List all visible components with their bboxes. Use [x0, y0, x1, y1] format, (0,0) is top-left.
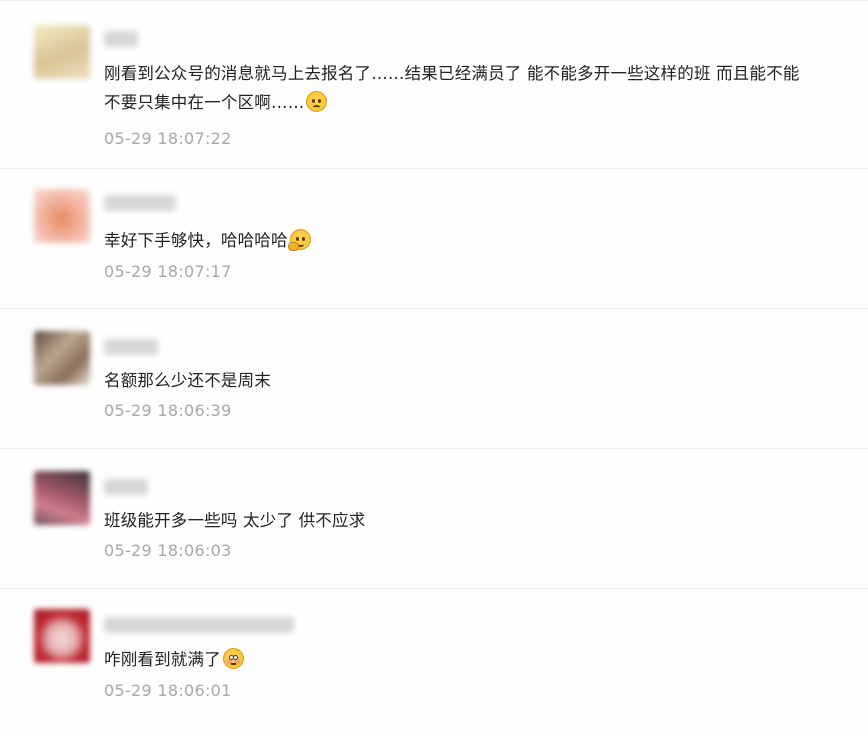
flushed-face-icon	[222, 648, 244, 669]
comment-list: 刚看到公众号的消息就马上去报名了……结果已经满员了 能不能多开一些这样的班 而且…	[0, 0, 868, 729]
comment-text: 班级能开多一些吗 太少了 供不应求	[104, 506, 816, 535]
avatar[interactable]	[34, 25, 90, 79]
comment-text: 咋刚看到就满了	[104, 645, 816, 674]
comment-timestamp: 05-29 18:06:39	[104, 401, 232, 420]
comment-item: 班级能开多一些吗 太少了 供不应求 05-29 18:06:03	[0, 449, 868, 589]
comment-text-content: 咋刚看到就满了	[104, 650, 221, 669]
comment-item: 刚看到公众号的消息就马上去报名了……结果已经满员了 能不能多开一些这样的班 而且…	[0, 1, 868, 169]
comment-timestamp: 05-29 18:06:03	[104, 541, 232, 560]
comment-item: 幸好下手够快，哈哈哈哈 05-29 18:07:17	[0, 169, 868, 309]
comment-item: 咋刚看到就满了 05-29 18:06:01	[0, 589, 868, 722]
comment-text: 幸好下手够快，哈哈哈哈	[104, 226, 816, 255]
comment-text-content: 名额那么少还不是周末	[104, 371, 271, 390]
avatar[interactable]	[34, 189, 90, 243]
avatar[interactable]	[34, 609, 90, 663]
avatar[interactable]	[34, 471, 90, 525]
comment-timestamp: 05-29 18:06:01	[104, 681, 232, 700]
commenter-name[interactable]	[104, 31, 138, 47]
comment-text-content: 幸好下手够快，哈哈哈哈	[104, 231, 288, 250]
commenter-name[interactable]	[104, 339, 158, 355]
thinking-face-icon	[287, 229, 311, 251]
comment-timestamp: 05-29 18:07:17	[104, 262, 232, 281]
comment-text-content: 刚看到公众号的消息就马上去报名了……结果已经满员了 能不能多开一些这样的班 而且…	[104, 64, 800, 112]
comment-text: 名额那么少还不是周末	[104, 366, 816, 395]
commenter-name[interactable]	[104, 617, 294, 633]
comment-text-content: 班级能开多一些吗 太少了 供不应求	[104, 511, 366, 530]
comment-item: 名额那么少还不是周末 05-29 18:06:39	[0, 309, 868, 449]
commenter-name[interactable]	[104, 479, 148, 495]
avatar[interactable]	[34, 331, 90, 385]
comment-text: 刚看到公众号的消息就马上去报名了……结果已经满员了 能不能多开一些这样的班 而且…	[104, 59, 816, 117]
commenter-name[interactable]	[104, 195, 176, 211]
sad-face-icon	[306, 91, 328, 112]
comment-timestamp: 05-29 18:07:22	[104, 129, 232, 148]
